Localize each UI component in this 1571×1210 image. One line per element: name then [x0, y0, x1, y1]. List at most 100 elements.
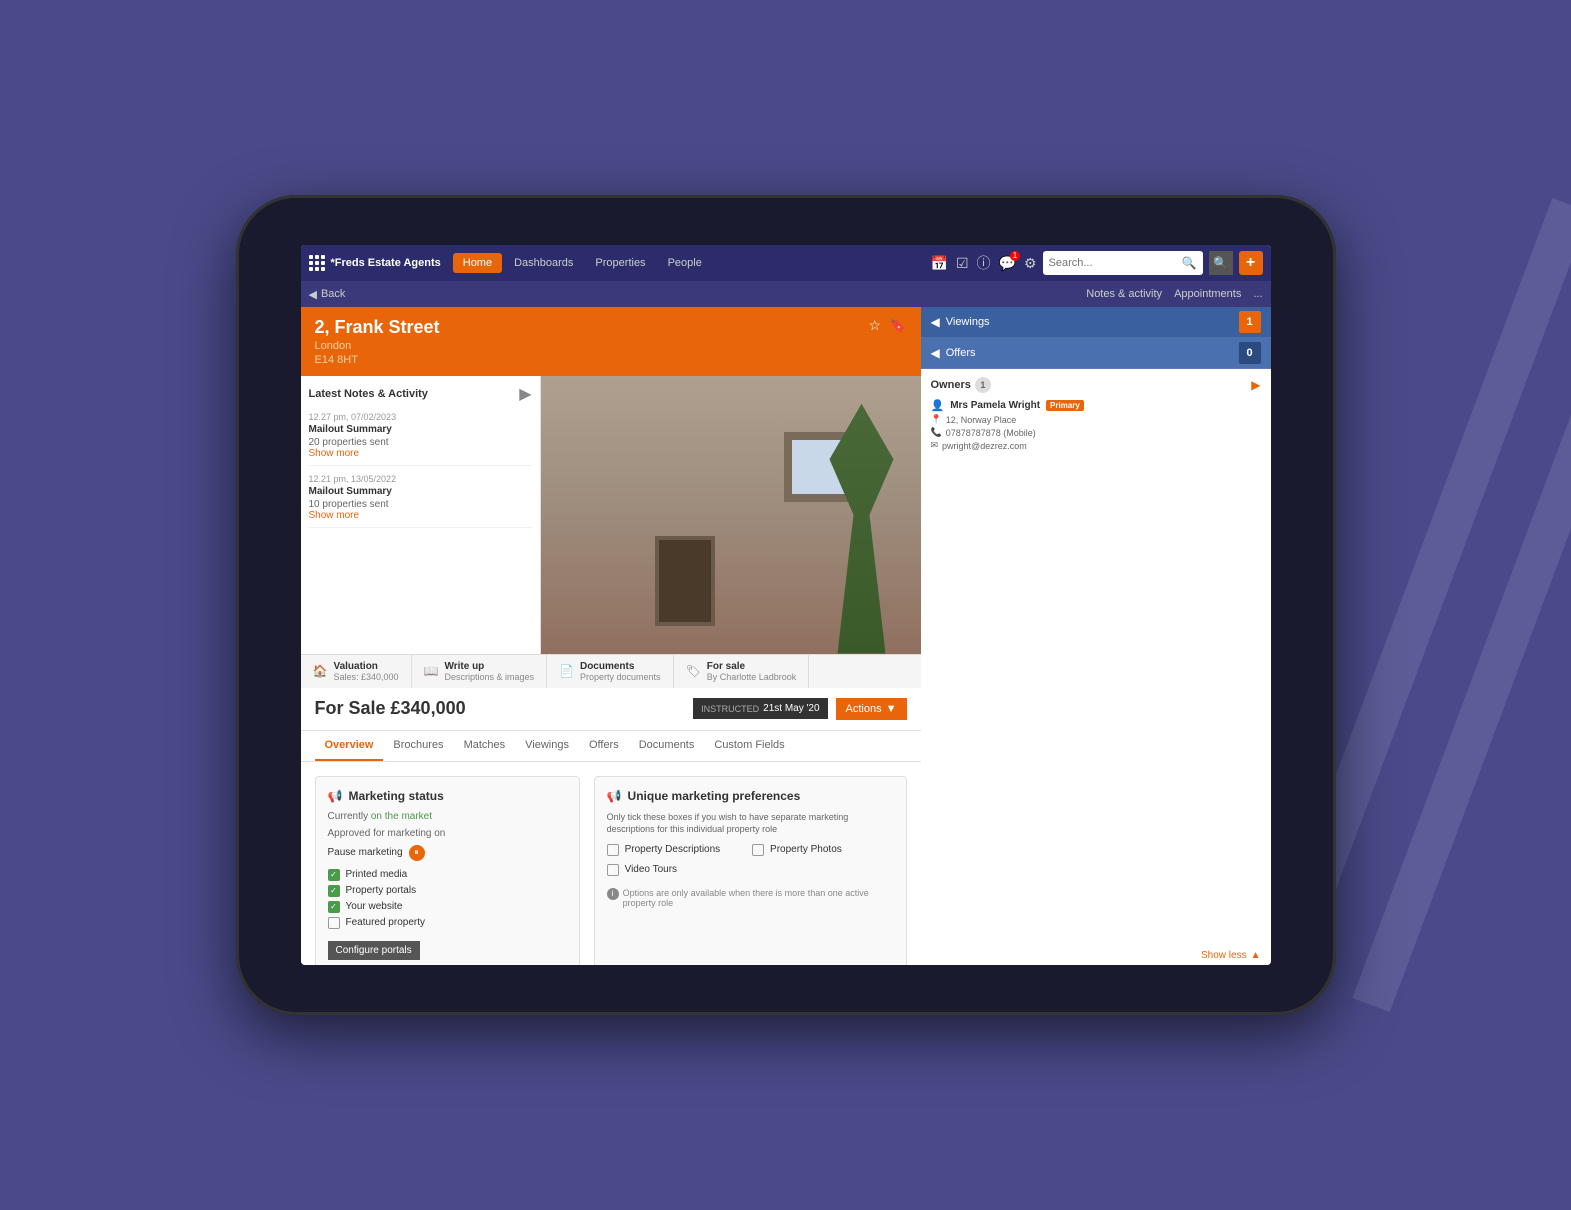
home-icon: 🏠 [313, 664, 328, 678]
sale-price: For Sale £340,000 [315, 698, 466, 719]
tab-valuation[interactable]: 🏠 Valuation Sales: £340,000 [301, 655, 412, 688]
search-box: 🔍 [1043, 251, 1203, 275]
property-middle: Latest Notes & Activity ▶ 12.27 pm, 07/0… [301, 376, 921, 654]
offers-count: 0 [1239, 342, 1261, 364]
calendar-icon[interactable]: 📅 [931, 255, 948, 272]
checkbox-featured: Featured property [328, 917, 567, 929]
back-button[interactable]: ◀ Back [309, 288, 346, 301]
tab-overview[interactable]: Overview [315, 731, 384, 761]
unique-card-title: 📢 Unique marketing preferences [607, 789, 894, 803]
property-header-actions: ☆ 🔖 [869, 317, 907, 334]
checkbox-property-portals: ✓ Property portals [328, 885, 567, 897]
search-input[interactable] [1049, 257, 1182, 269]
location-icon: 📍 [931, 414, 942, 425]
nav-right: 📅 ☑ ⓘ 💬 1 ⚙ 🔍 🔍 + [931, 251, 1263, 275]
portals-label: Property portals [346, 885, 417, 896]
featured-label: Featured property [346, 917, 426, 928]
megaphone-icon: 📢 [328, 789, 343, 803]
nav-item-properties[interactable]: Properties [585, 253, 655, 273]
actions-arrow-icon: ▼ [886, 703, 897, 715]
pause-icon[interactable]: ⏸ [409, 845, 425, 861]
notes-activity-link[interactable]: Notes & activity [1086, 288, 1162, 300]
property-tabs: 🏠 Valuation Sales: £340,000 📖 Write up D… [301, 654, 921, 688]
offers-arrow-icon: ◀ [931, 346, 940, 360]
viewings-left: ◀ Viewings [931, 315, 990, 329]
right-panel: ◀ Viewings 1 ◀ Offers 0 [921, 307, 1271, 965]
tab-viewings[interactable]: Viewings [515, 731, 579, 761]
owner-name-text: Mrs Pamela Wright [950, 400, 1040, 411]
messages-icon[interactable]: 💬 1 [999, 255, 1016, 272]
tab-forsale[interactable]: 🏷 For sale By Charlotte Ladbrook [674, 655, 810, 688]
note-link-1[interactable]: Show more [309, 448, 532, 459]
nav-item-people[interactable]: People [658, 253, 712, 273]
owners-section: Owners 1 ▶ 👤 Mrs Pamela Wright Primary 📍 [921, 369, 1271, 946]
viewings-row[interactable]: ◀ Viewings 1 [921, 307, 1271, 338]
options-note: i Options are only available when there … [607, 888, 894, 908]
marketing-title-text: Marketing status [348, 789, 443, 803]
pause-row: Pause marketing ⏸ [328, 845, 567, 861]
tab-brochures[interactable]: Brochures [383, 731, 453, 761]
tab-forsale-sub: By Charlotte Ladbrook [707, 672, 797, 682]
favorite-icon[interactable]: ☆ [869, 317, 882, 334]
marketing-status-card: 📢 Marketing status Currently on the mark… [315, 776, 580, 966]
search-button[interactable]: 🔍 [1209, 251, 1233, 275]
appointments-link[interactable]: Appointments [1174, 288, 1241, 300]
top-navbar: *Freds Estate Agents Home Dashboards Pro… [301, 245, 1271, 281]
property-address-line1: 2, Frank Street [315, 317, 440, 338]
book-icon: 📖 [424, 664, 439, 678]
website-label: Your website [346, 901, 403, 912]
checkbox-prop-photos: Property Photos [752, 844, 893, 856]
tab-custom-fields[interactable]: Custom Fields [704, 731, 794, 761]
unique-options-grid: Property Descriptions Property Photos Vi… [607, 844, 894, 880]
tab-documents-content: Documents Property documents [580, 661, 661, 682]
notes-panel: Latest Notes & Activity ▶ 12.27 pm, 07/0… [301, 376, 541, 654]
check-printed-icon: ✓ [328, 869, 340, 881]
tab-writeup[interactable]: 📖 Write up Descriptions & images [412, 655, 548, 688]
grid-icon [309, 255, 325, 271]
nav-icons: 📅 ☑ ⓘ 💬 1 ⚙ [931, 253, 1037, 273]
note-text-2: 10 properties sent [309, 499, 532, 510]
show-less-button[interactable]: Show less ▲ [921, 946, 1271, 965]
bottom-content: For Sale £340,000 INSTRUCTED 21st May '2… [301, 688, 921, 966]
checkbox-your-website: ✓ Your website [328, 901, 567, 913]
owner-phone-text: 07878787878 (Mobile) [946, 428, 1036, 438]
uncheck-featured-icon [328, 917, 340, 929]
video-tours-label: Video Tours [625, 864, 677, 875]
note-link-2[interactable]: Show more [309, 510, 532, 521]
instructed-label: INSTRUCTED [701, 704, 759, 714]
tab-documents[interactable]: 📄 Documents Property documents [547, 655, 674, 688]
uncheck-desc-icon [607, 844, 619, 856]
messages-badge: 1 [1010, 251, 1020, 261]
owner-phone: 📞 07878787878 (Mobile) [931, 427, 1261, 438]
more-options-link[interactable]: ... [1253, 288, 1262, 300]
instructed-badge: INSTRUCTED 21st May '20 [693, 698, 827, 719]
info-icon[interactable]: ⓘ [977, 253, 991, 273]
note-item-2: 12.21 pm, 13/05/2022 Mailout Summary 10 … [309, 474, 532, 528]
nav-item-dashboards[interactable]: Dashboards [504, 253, 583, 273]
bookmark-icon[interactable]: 🔖 [889, 317, 906, 334]
tab-offers[interactable]: Offers [579, 731, 629, 761]
owners-expand-icon[interactable]: ▶ [1251, 378, 1260, 392]
company-logo: *Freds Estate Agents [309, 255, 441, 271]
sale-header: For Sale £340,000 INSTRUCTED 21st May '2… [301, 688, 921, 731]
offers-row[interactable]: ◀ Offers 0 [921, 338, 1271, 369]
settings-icon[interactable]: ⚙ [1024, 255, 1037, 272]
checkbox-prop-desc: Property Descriptions [607, 844, 748, 856]
nav-item-home[interactable]: Home [453, 253, 502, 273]
note-time-2: 12.21 pm, 13/05/2022 [309, 474, 532, 484]
actions-button[interactable]: Actions ▼ [836, 698, 907, 720]
tab-documents-sub: Property documents [580, 672, 661, 682]
actions-label: Actions [846, 703, 882, 715]
megaphone2-icon: 📢 [607, 789, 622, 803]
notes-arrow-icon[interactable]: ▶ [519, 384, 531, 404]
configure-portals-button[interactable]: Configure portals [328, 941, 420, 960]
tab-matches[interactable]: Matches [454, 731, 516, 761]
options-note-text: Options are only available when there is… [623, 888, 894, 908]
owner-address-text: 12, Norway Place [946, 415, 1017, 425]
tab-writeup-content: Write up Descriptions & images [444, 661, 534, 682]
tasks-icon[interactable]: ☑ [956, 255, 969, 272]
note-text-1: 20 properties sent [309, 437, 532, 448]
tab-documents-detail[interactable]: Documents [629, 731, 705, 761]
add-button[interactable]: + [1239, 251, 1263, 275]
note-item: 12.27 pm, 07/02/2023 Mailout Summary 20 … [309, 412, 532, 466]
